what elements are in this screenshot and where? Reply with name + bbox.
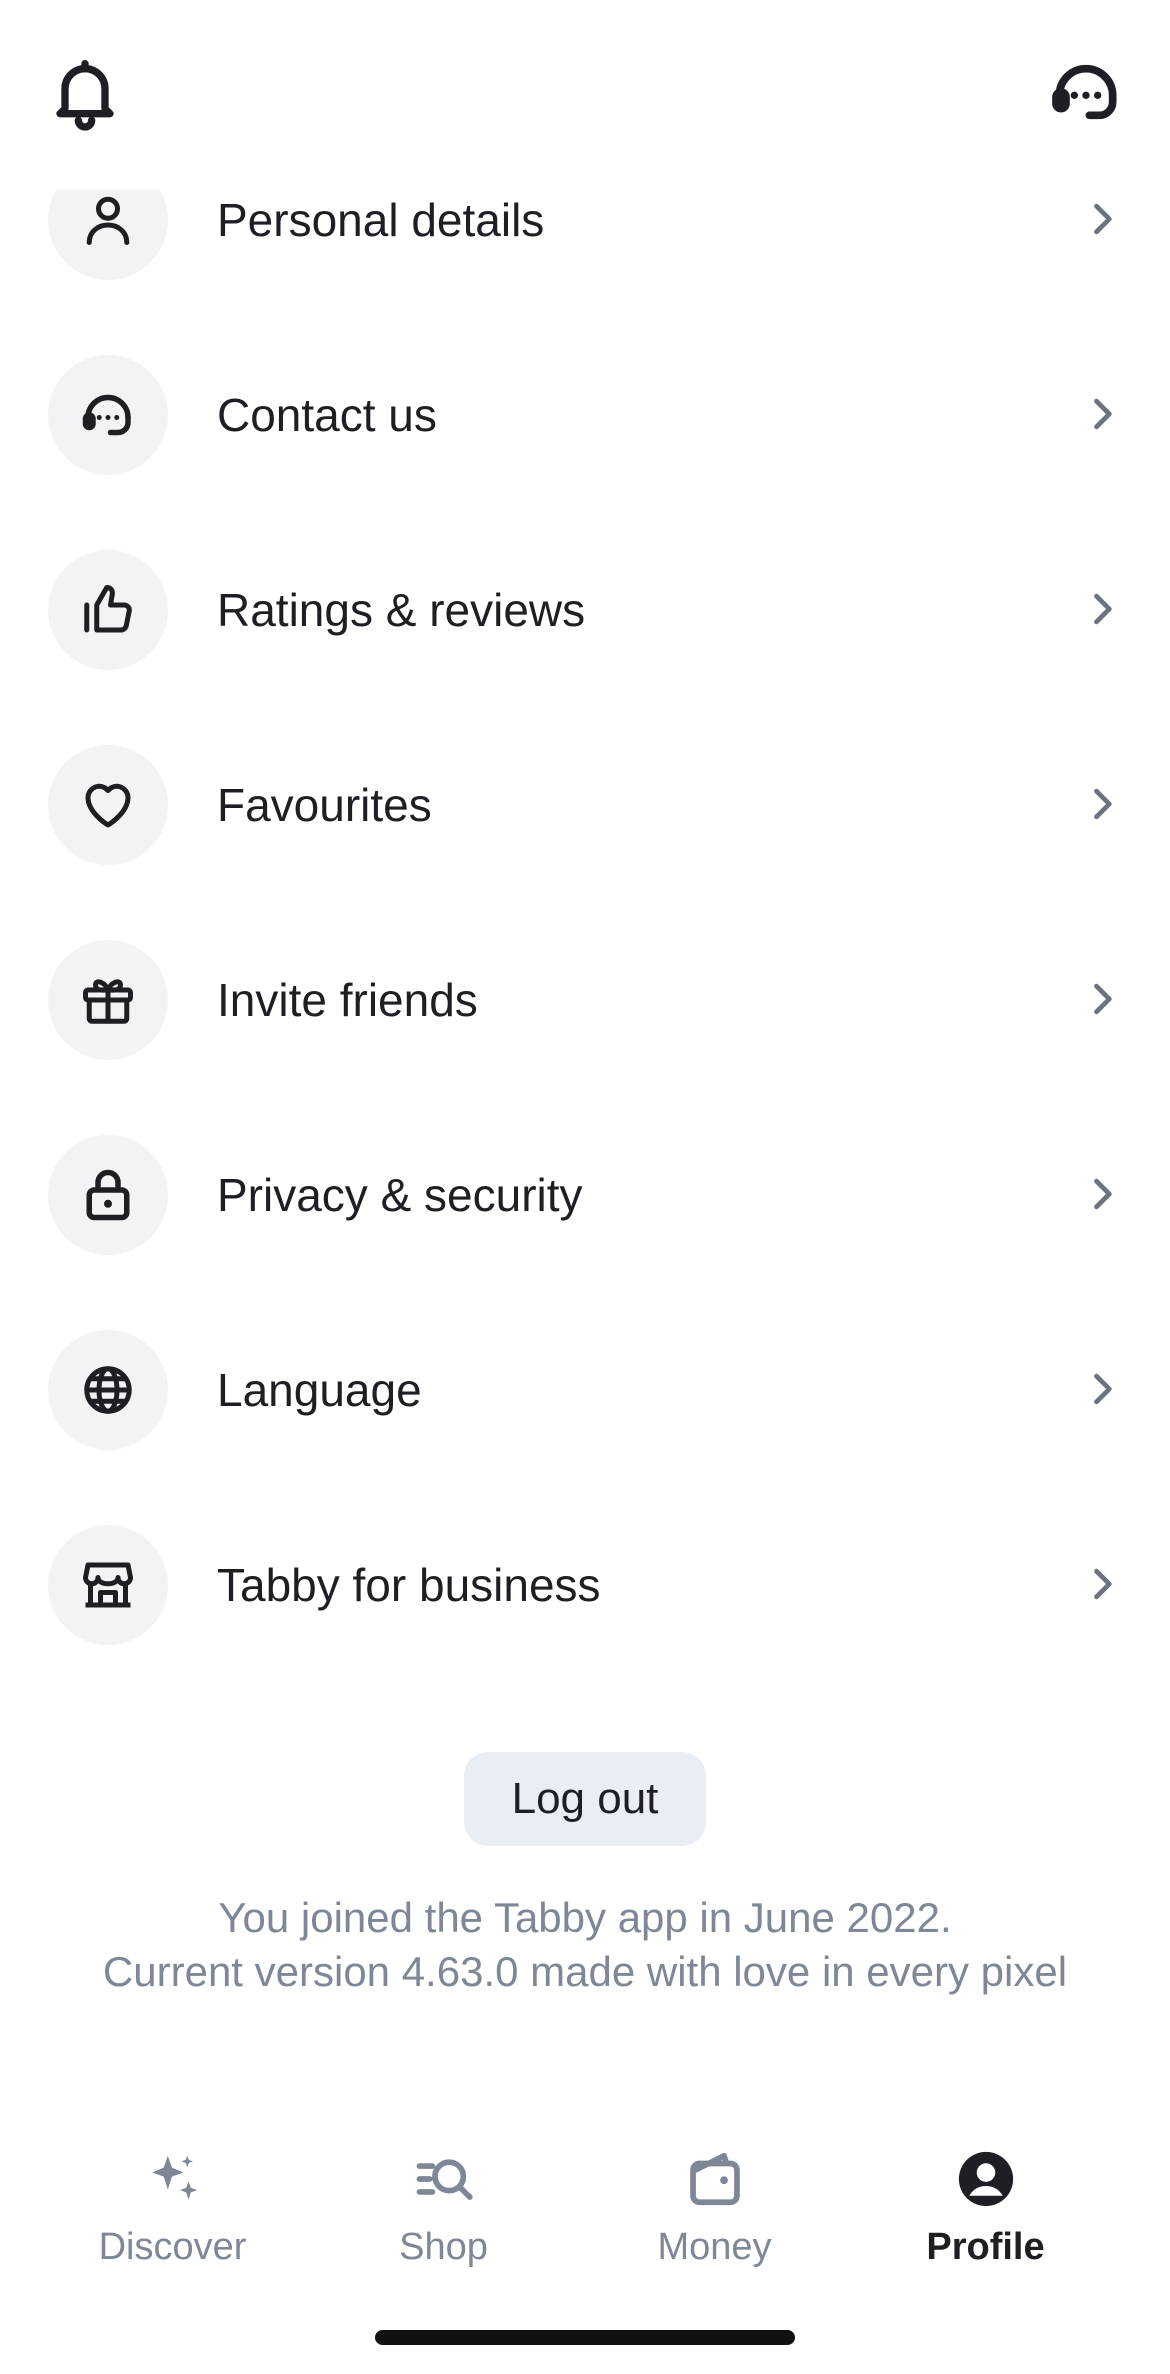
tab-label: Money xyxy=(657,2226,772,2268)
menu-item-privacy-security[interactable]: Privacy & security xyxy=(0,1120,1170,1270)
tab-label: Discover xyxy=(98,2226,247,2268)
lock-icon xyxy=(48,1135,168,1255)
headset-chat-icon xyxy=(48,355,168,475)
menu-item-label: Tabby for business xyxy=(217,1559,601,1611)
menu-item-label: Privacy & security xyxy=(217,1169,583,1221)
menu-item-label: Ratings & reviews xyxy=(217,584,586,636)
menu-item-label: Invite friends xyxy=(217,974,478,1026)
menu-item-ratings-reviews[interactable]: Ratings & reviews xyxy=(0,535,1170,685)
tab-discover[interactable]: Discover xyxy=(35,2120,310,2290)
menu-item-label: Favourites xyxy=(217,779,432,831)
search-list-icon xyxy=(413,2148,475,2210)
thumbs-up-icon xyxy=(48,550,168,670)
top-header xyxy=(0,0,1170,190)
menu-item-invite-friends[interactable]: Invite friends xyxy=(0,925,1170,1075)
heart-icon xyxy=(48,745,168,865)
app-version-text: Current version 4.63.0 made with love in… xyxy=(102,1948,1068,1995)
tab-label: Shop xyxy=(399,2226,488,2268)
tab-profile[interactable]: Profile xyxy=(848,2120,1123,2290)
logout-button[interactable]: Log out xyxy=(464,1752,706,1846)
chevron-right-icon xyxy=(1080,782,1124,826)
gift-icon xyxy=(48,940,168,1060)
home-indicator xyxy=(375,2330,795,2345)
store-icon xyxy=(48,1525,168,1645)
bell-icon[interactable] xyxy=(45,52,125,132)
profile-icon xyxy=(955,2148,1017,2210)
menu-item-favourites[interactable]: Favourites xyxy=(0,730,1170,880)
chevron-right-icon xyxy=(1080,587,1124,631)
menu-item-label: Language xyxy=(217,1364,422,1416)
joined-date-text: You joined the Tabby app in June 2022. xyxy=(218,1894,952,1941)
chevron-right-icon xyxy=(1080,977,1124,1021)
tab-shop[interactable]: Shop xyxy=(306,2120,581,2290)
tab-money[interactable]: Money xyxy=(577,2120,852,2290)
menu-item-contact-us[interactable]: Contact us xyxy=(0,340,1170,490)
globe-icon xyxy=(48,1330,168,1450)
tab-label: Profile xyxy=(926,2226,1045,2268)
chevron-right-icon xyxy=(1080,197,1124,241)
menu-item-label: Contact us xyxy=(217,389,437,441)
headset-icon[interactable] xyxy=(1046,52,1126,132)
chevron-right-icon xyxy=(1080,392,1124,436)
menu-item-label: Personal details xyxy=(217,194,545,246)
chevron-right-icon xyxy=(1080,1367,1124,1411)
wallet-icon xyxy=(684,2148,746,2210)
chevron-right-icon xyxy=(1080,1172,1124,1216)
menu-item-language[interactable]: Language xyxy=(0,1315,1170,1465)
sparkles-icon xyxy=(142,2148,204,2210)
menu-item-tabby-for-business[interactable]: Tabby for business xyxy=(0,1510,1170,1660)
chevron-right-icon xyxy=(1080,1562,1124,1606)
